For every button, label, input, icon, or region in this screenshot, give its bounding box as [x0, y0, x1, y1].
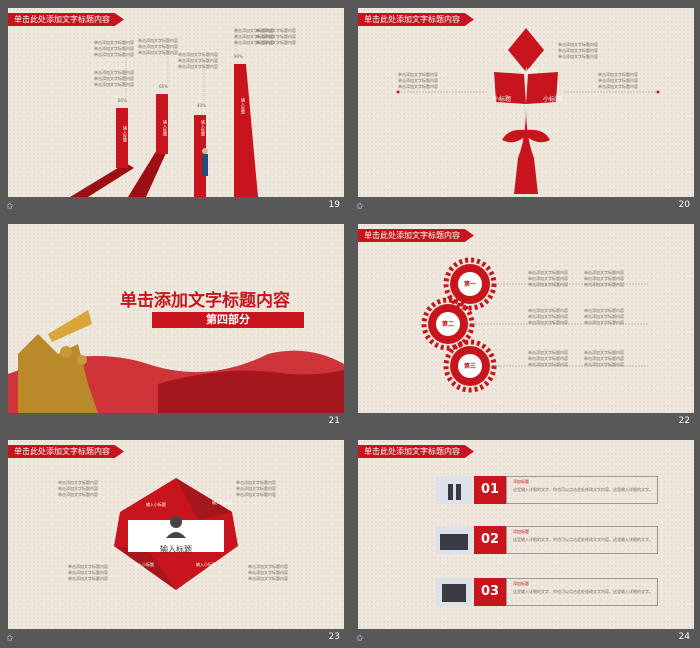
item-box: 添加标题 这里输入详细的文字，你也可以点击此处修改文字内容。这里输入详细的文字。 — [506, 476, 658, 504]
text-block: 单击添加文字标题内容 单击添加文字标题内容 单击添加文字标题内容 — [558, 42, 598, 59]
slide-number: 22 — [678, 416, 690, 426]
slide-thumbnail-24[interactable]: 单击此处添加文字标题内容 01 添加标题 这里输入详细的文字，你也可以点击此处修… — [350, 432, 700, 648]
bar-label: 输入标题 — [201, 120, 206, 136]
headline: 单击添加文字标题内容 — [120, 291, 290, 311]
slide-number: 23 — [328, 632, 340, 642]
slide-thumbnail-19[interactable]: 单击此处添加文字标题内容 单击添加文字标题内容 单击添加文字标题内容 单击添加文… — [0, 0, 350, 216]
side-label: 输入小标题 — [212, 500, 232, 505]
bar-label: 输入标题 — [163, 120, 168, 136]
slide-footer: ✩ 23 — [0, 629, 350, 648]
slide-number: 19 — [328, 200, 340, 210]
center-title: 输入标题 — [160, 545, 192, 554]
item-heading: 添加标题 — [513, 479, 529, 484]
slide-canvas: 单击此处添加文字标题内容 01 添加标题 这里输入详细的文字，你也可以点击此处修… — [358, 440, 694, 629]
bar-label: 输入标题 — [123, 126, 128, 142]
text-block: 单击添加文字标题内容 单击添加文字标题内容 单击添加文字标题内容 — [58, 480, 98, 497]
transition-star-icon: ✩ — [6, 634, 14, 644]
slide-canvas: 单击此处添加文字标题内容 小标题 小标题 小标题 单击添加文字标题内容 单击添加… — [358, 8, 694, 197]
text-block: 单击添加文字标题内容 单击添加文字标题内容 单击添加文字标题内容 — [528, 350, 568, 367]
slide-thumbnail-23[interactable]: 单击此处添加文字标题内容 输入标题 输入小标题 输入小标题 输入小标题 输入小标… — [0, 432, 350, 648]
hexagon-illustration — [114, 478, 238, 590]
slide-thumbnail-21[interactable]: 单击添加文字标题内容 第四部分 21 — [0, 216, 350, 432]
text-block: 单击添加文字标题内容 单击添加文字标题内容 单击添加文字标题内容 — [584, 350, 624, 367]
flower-illustration — [396, 28, 660, 194]
percent-label: 90% — [234, 54, 243, 59]
transition-star-icon: ✩ — [6, 202, 14, 212]
transition-star-icon: ✩ — [356, 634, 364, 644]
slide-canvas: 单击添加文字标题内容 第四部分 — [8, 224, 344, 413]
gear-label: 第二 — [441, 321, 454, 328]
slide-thumbnail-22[interactable]: 单击此处添加文字标题内容 第一 第二 第三 单击添加文字标题内容 单击添加文字标… — [350, 216, 700, 432]
text-block: 单击添加文字标题内容 单击添加文字标题内容 单击添加文字标题内容 — [178, 52, 218, 69]
slide-footer: 21 — [0, 413, 350, 432]
slide-sorter-grid: 单击此处添加文字标题内容 单击添加文字标题内容 单击添加文字标题内容 单击添加文… — [0, 0, 700, 648]
text-block: 单击添加文字标题内容 单击添加文字标题内容 单击添加文字标题内容 — [94, 70, 134, 87]
item-text: 这里输入详细的文字，你也可以点击此处修改文字内容。这里输入详细的文字。 — [513, 487, 653, 492]
side-label: 输入小标题 — [134, 562, 154, 567]
slide-number: 24 — [678, 632, 690, 642]
gear-label: 第三 — [463, 363, 476, 370]
petal-label: 小标题 — [542, 96, 561, 103]
gear-label: 第一 — [463, 281, 476, 288]
bar-label: 输入标题 — [241, 98, 246, 114]
slide-canvas: 单击此处添加文字标题内容 第一 第二 第三 单击添加文字标题内容 单击添加文字标… — [358, 224, 694, 413]
item-heading: 添加标题 — [513, 529, 529, 534]
slide-number: 21 — [328, 416, 340, 426]
text-block: 单击添加文字标题内容 单击添加文字标题内容 单击添加文字标题内容 — [248, 564, 288, 581]
slide-thumbnail-20[interactable]: 单击此处添加文字标题内容 小标题 小标题 小标题 单击添加文字标题内容 单击添加… — [350, 0, 700, 216]
item-text: 这里输入详细的文字，你也可以点击此处修改文字内容。这里输入详细的文字。 — [513, 589, 653, 594]
team-photo — [436, 476, 472, 504]
text-block: 单击添加文字标题内容 单击添加文字标题内容 单击添加文字标题内容 — [68, 564, 108, 581]
item-box: 添加标题 这里输入详细的文字，你也可以点击此处修改文字内容。这里输入详细的文字。 — [506, 578, 658, 606]
team-photo — [436, 578, 472, 606]
text-block: 单击添加文字标题内容 单击添加文字标题内容 单击添加文字标题内容 — [528, 270, 568, 287]
item-box: 添加标题 这里输入详细的文字，你也可以点击此处修改文字内容。这里输入详细的文字。 — [506, 526, 658, 554]
slide-footer: 22 — [350, 413, 700, 432]
side-label: 输入小标题 — [196, 562, 216, 567]
slide-footer: ✩ 19 — [0, 197, 350, 216]
section-badge: 第四部分 — [152, 312, 304, 328]
text-block: 单击添加文字标题内容 单击添加文字标题内容 单击添加文字标题内容 — [138, 38, 178, 55]
slide-number: 20 — [678, 200, 690, 210]
team-photo — [436, 526, 472, 554]
text-block: 单击添加文字标题内容 单击添加文字标题内容 单击添加文字标题内容 — [398, 72, 438, 89]
text-block: 单击添加文字标题内容 单击添加文字标题内容 单击添加文字标题内容 — [94, 40, 134, 57]
petal-label: 小标题 — [518, 68, 537, 75]
text-block: 单击添加文字标题内容 单击添加文字标题内容 单击添加文字标题内容 — [256, 28, 296, 45]
side-label: 输入小标题 — [146, 502, 166, 507]
slide-canvas: 单击此处添加文字标题内容 输入标题 输入小标题 输入小标题 输入小标题 输入小标… — [8, 440, 344, 629]
item-heading: 添加标题 — [513, 581, 529, 586]
item-number: 02 — [474, 526, 506, 554]
text-block: 单击添加文字标题内容 单击添加文字标题内容 单击添加文字标题内容 — [584, 270, 624, 287]
item-text: 这里输入详细的文字，你也可以点击此处修改文字内容。这里输入详细的文字。 — [513, 537, 653, 542]
slide-canvas: 单击此处添加文字标题内容 单击添加文字标题内容 单击添加文字标题内容 单击添加文… — [8, 8, 344, 197]
text-block: 单击添加文字标题内容 单击添加文字标题内容 单击添加文字标题内容 — [598, 72, 638, 89]
gear-illustration — [421, 257, 648, 393]
item-number: 03 — [474, 578, 506, 606]
text-block: 单击添加文字标题内容 单击添加文字标题内容 单击添加文字标题内容 — [236, 480, 276, 497]
transition-star-icon: ✩ — [356, 202, 364, 212]
percent-label: 40% — [197, 103, 206, 108]
percent-label: 60% — [159, 84, 168, 89]
petal-label: 小标题 — [492, 96, 511, 103]
slide-footer: ✩ 20 — [350, 197, 700, 216]
text-block: 单击添加文字标题内容 单击添加文字标题内容 单击添加文字标题内容 — [528, 308, 568, 325]
percent-label: 80% — [118, 98, 127, 103]
slide-title-banner: 单击此处添加文字标题内容 — [358, 445, 474, 458]
text-block: 单击添加文字标题内容 单击添加文字标题内容 单击添加文字标题内容 — [584, 308, 624, 325]
slide-footer: ✩ 24 — [350, 629, 700, 648]
item-number: 01 — [474, 476, 506, 504]
